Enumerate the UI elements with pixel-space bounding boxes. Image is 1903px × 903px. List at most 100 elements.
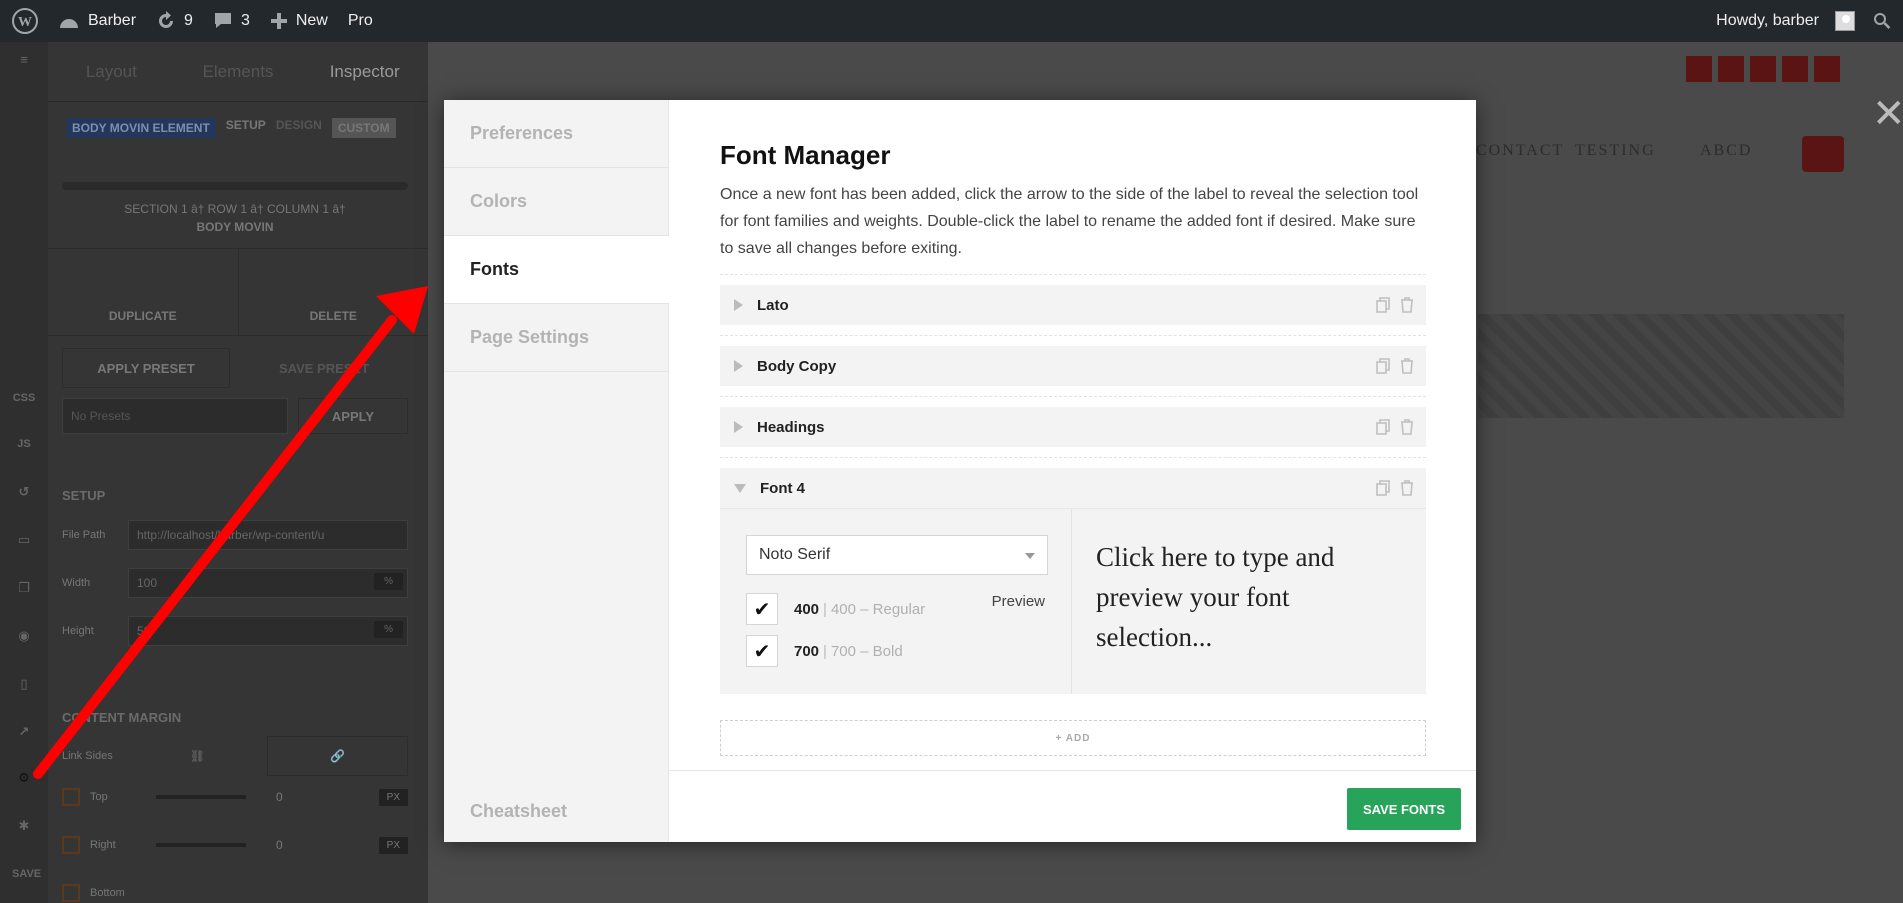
weight-number: 700	[794, 642, 820, 660]
nav-testing[interactable]: TESTING	[1575, 142, 1656, 160]
font-label[interactable]: Lato	[757, 297, 789, 314]
apply-button[interactable]: APPLY	[298, 398, 408, 434]
element-placeholder[interactable]	[1478, 314, 1844, 418]
duplicate-button[interactable]: DUPLICATE	[48, 249, 239, 335]
save-fonts-button[interactable]: SAVE FONTS	[1347, 788, 1461, 830]
width-input[interactable]: 100 %	[128, 568, 408, 598]
crumb-design[interactable]: DESIGN	[276, 118, 322, 138]
expand-caret-icon[interactable]	[734, 360, 743, 372]
height-unit[interactable]: %	[374, 621, 403, 638]
expand-caret-icon[interactable]	[734, 299, 743, 311]
font-header-headings[interactable]: Headings	[720, 407, 1426, 447]
font-label[interactable]: Headings	[757, 419, 825, 436]
collapse-caret-icon[interactable]	[734, 483, 746, 493]
save-preset-button[interactable]: SAVE PRESET	[240, 348, 408, 388]
preset-actions: APPLY PRESET SAVE PRESET	[62, 348, 408, 388]
crumb-custom[interactable]: CUSTOM	[331, 118, 396, 138]
link-sides-icon[interactable]: 🔗	[267, 736, 408, 776]
js-button[interactable]: JS	[12, 438, 36, 458]
margin-top-unit[interactable]: PX	[378, 788, 408, 806]
modal-nav-preferences[interactable]: Preferences	[444, 100, 668, 168]
css-button[interactable]: CSS	[12, 392, 36, 412]
font-preview-area[interactable]: Click here to type and preview your font…	[1072, 509, 1426, 694]
copy-icon[interactable]	[1376, 480, 1390, 496]
font-header-lato[interactable]: Lato	[720, 285, 1426, 325]
font-label[interactable]: Body Copy	[757, 358, 836, 375]
hamburger-menu-icon[interactable]: ≡	[12, 52, 36, 72]
inspector-breadcrumb: BODY MOVIN ELEMENT SETUP DESIGN CUSTOM	[48, 102, 428, 138]
trash-icon[interactable]	[1400, 297, 1414, 313]
font-item-expanded: Font 4 Noto Serif Preview ✔ 400 | 400 – …	[720, 468, 1426, 694]
external-link-icon[interactable]: ↗	[12, 724, 36, 744]
modal-nav-page-settings[interactable]: Page Settings	[444, 304, 668, 372]
save-rail-button[interactable]: SAVE	[12, 868, 41, 888]
nav-abcd[interactable]: ABCD	[1700, 142, 1752, 160]
trash-icon[interactable]	[1400, 419, 1414, 435]
trash-icon[interactable]	[1400, 358, 1414, 374]
mobile-icon[interactable]: ▯	[12, 676, 36, 696]
site-name-button[interactable]: Barber	[48, 0, 146, 42]
nav-contact[interactable]: CONTACT	[1476, 142, 1564, 160]
foursquare-icon[interactable]	[1750, 56, 1776, 82]
preset-select[interactable]: No Presets	[62, 398, 288, 434]
history-icon[interactable]: ↺	[12, 484, 36, 504]
element-location: SECTION 1 â† ROW 1 â† COLUMN 1 â† BODY M…	[62, 202, 408, 234]
font-selection-panel: Noto Serif Preview ✔ 400 | 400 – Regular	[720, 508, 1426, 694]
unlink-sides-icon[interactable]: ⛓	[128, 736, 267, 776]
font-header-font-4[interactable]: Font 4	[720, 468, 1426, 508]
modal-nav-colors[interactable]: Colors	[444, 168, 668, 236]
margin-right-slider[interactable]	[156, 843, 246, 847]
margin-top-slider[interactable]	[156, 795, 246, 799]
close-icon[interactable]: ✕	[1872, 94, 1903, 134]
margin-top-value[interactable]: 0	[276, 790, 283, 804]
font-header-body-copy[interactable]: Body Copy	[720, 346, 1426, 386]
width-unit[interactable]: %	[374, 573, 403, 590]
comments-button[interactable]: 3	[203, 0, 260, 42]
globe-icon[interactable]: ◉	[12, 628, 36, 648]
weight-option[interactable]: ✔ 700 | 700 – Bold	[746, 635, 1045, 667]
trash-icon[interactable]	[1400, 480, 1414, 496]
search-button[interactable]	[1861, 0, 1903, 42]
inspector-scrollbar[interactable]	[62, 182, 408, 190]
margin-top-row: Top 0 PX	[62, 788, 408, 806]
template-icon[interactable]: ▭	[12, 532, 36, 552]
layers-icon[interactable]: ❐	[12, 580, 36, 600]
height-row: Height 50 %	[62, 616, 408, 646]
copy-icon[interactable]	[1376, 358, 1390, 374]
modal-nav-fonts[interactable]: Fonts	[444, 236, 669, 304]
height-input[interactable]: 50 %	[128, 616, 408, 646]
bug-icon[interactable]: ✱	[12, 818, 36, 838]
vimeo-icon[interactable]	[1814, 56, 1840, 82]
cart-icon[interactable]	[1802, 136, 1844, 172]
crumb-setup[interactable]: SETUP	[226, 118, 266, 138]
font-family-select[interactable]: Noto Serif	[746, 535, 1048, 575]
cheatsheet-link[interactable]: Cheatsheet	[470, 801, 567, 822]
apply-preset-button[interactable]: APPLY PRESET	[62, 348, 230, 388]
tab-inspector[interactable]: Inspector	[301, 62, 428, 82]
margin-right-unit[interactable]: PX	[378, 836, 408, 854]
file-path-input[interactable]: http://localhost/barber/wp-content/u	[128, 520, 408, 550]
tab-layout[interactable]: Layout	[48, 62, 175, 82]
pro-menu-button[interactable]: Pro	[338, 0, 383, 42]
xing-icon[interactable]	[1718, 56, 1744, 82]
tab-elements[interactable]: Elements	[175, 62, 302, 82]
plus-icon	[270, 13, 287, 29]
add-font-button[interactable]: + ADD	[720, 720, 1426, 756]
font-label[interactable]: Font 4	[760, 480, 805, 497]
weight-checkbox[interactable]: ✔	[746, 593, 778, 625]
weight-checkbox[interactable]: ✔	[746, 635, 778, 667]
wordpress-logo-button[interactable]: W	[0, 0, 48, 42]
margin-right-value[interactable]: 0	[276, 838, 283, 852]
delete-button[interactable]: DELETE	[239, 249, 429, 335]
gear-icon[interactable]: ⚙	[12, 770, 36, 790]
crumb-element[interactable]: BODY MOVIN ELEMENT	[66, 118, 216, 138]
chevron-down-icon	[1025, 553, 1035, 559]
updates-button[interactable]: 9	[146, 0, 203, 42]
expand-caret-icon[interactable]	[734, 421, 743, 433]
youtube-icon[interactable]	[1782, 56, 1808, 82]
copy-icon[interactable]	[1376, 419, 1390, 435]
height-value: 50	[137, 624, 151, 638]
copy-icon[interactable]	[1376, 297, 1390, 313]
new-content-button[interactable]: New	[260, 0, 338, 42]
linkedin-icon[interactable]	[1686, 56, 1712, 82]
